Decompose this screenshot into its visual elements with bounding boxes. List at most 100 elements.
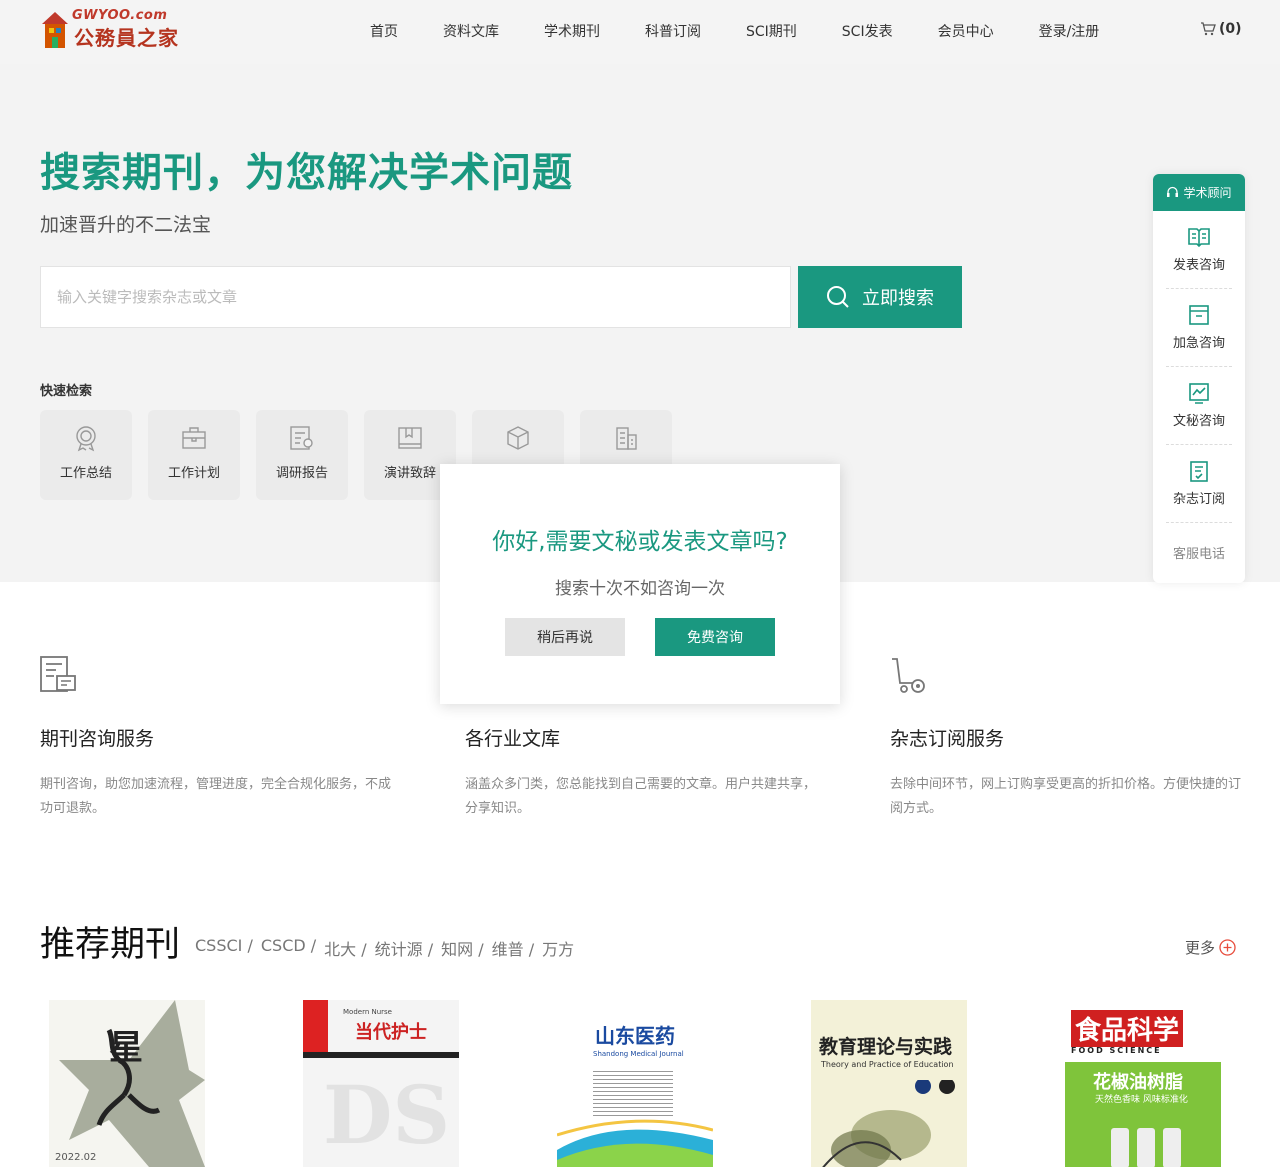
site-logo[interactable]: GWYOO.com 公務員之家: [40, 6, 180, 52]
tag-pku[interactable]: 北大 /: [324, 936, 366, 960]
side-item-urgent-consult[interactable]: 加急咨询: [1166, 289, 1232, 367]
document-icon: [40, 656, 76, 692]
consultant-header[interactable]: 学术顾问: [1153, 174, 1245, 211]
recommend-title: 推荐期刊: [40, 925, 181, 965]
service-title: 各行业文库: [465, 728, 561, 750]
cover-sub: FOOD SCIENCE: [1071, 1046, 1162, 1055]
nav-popular-science[interactable]: 科普订阅: [645, 22, 701, 42]
cover-education-theory[interactable]: 教育理论与实践 Theory and Practice of Education: [811, 1000, 967, 1167]
checklist-icon: [1190, 461, 1208, 482]
service-journal-consult: 期刊咨询服务 期刊咨询，助您加速流程，管理进度，完全合规化服务，不成功可退款。: [40, 656, 400, 821]
recommend-tags: CSSCI / CSCD / 北大 / 统计源 / 知网 / 维普 / 万方: [195, 936, 582, 960]
cover-bottle-2: [1137, 1128, 1155, 1167]
headset-icon: [1167, 186, 1179, 197]
chart-board-icon: [1189, 383, 1209, 404]
cover-headline: 花椒油树脂: [1093, 1072, 1183, 1093]
tag-cnki[interactable]: 知网 /: [441, 936, 483, 960]
cover-title: 当代护士: [355, 1022, 427, 1043]
cover-bottle-3: [1163, 1128, 1181, 1167]
cover-date: 2022.02: [55, 1152, 97, 1163]
hero-subtitle: 加速晋升的不二法宝: [40, 214, 212, 236]
cover-deco-letters: DS: [323, 1068, 451, 1162]
consultant-side-panel: 学术顾问 发表咨询 加急咨询 文秘咨询 杂志订阅 客服电话: [1153, 174, 1245, 583]
cart-count: (0): [1219, 21, 1242, 37]
cart-button[interactable]: (0): [1200, 21, 1242, 37]
building-icon: [616, 427, 637, 450]
consultant-header-label: 学术顾问: [1183, 186, 1232, 200]
side-item-label: 文秘咨询: [1172, 414, 1225, 429]
quick-item-work-plan[interactable]: 工作计划: [148, 410, 240, 500]
nav-sci-journals[interactable]: SCI期刊: [746, 22, 797, 42]
search-button[interactable]: 立即搜索: [798, 266, 962, 328]
report-icon: [290, 426, 313, 450]
cover-sub: Modern Nurse: [343, 1008, 392, 1016]
modal-subtitle: 搜索十次不如咨询一次: [555, 579, 725, 599]
search-button-label: 立即搜索: [862, 288, 934, 309]
hero-title: 搜索期刊，为您解决学术问题: [40, 150, 573, 196]
search-input[interactable]: [40, 266, 791, 328]
nav-library[interactable]: 资料文库: [443, 22, 499, 42]
tag-cssci[interactable]: CSSCI /: [195, 936, 253, 960]
nav-sci-publish[interactable]: SCI发表: [842, 22, 893, 42]
more-link[interactable]: 更多: [1185, 937, 1236, 958]
main-nav: 首页 资料文库 学术期刊 科普订阅 SCI期刊 SCI发表 会员中心 登录/注册: [370, 22, 1099, 42]
cover-black-bar: [303, 1052, 459, 1058]
site-header: GWYOO.com 公務員之家 首页 资料文库 学术期刊 科普订阅 SCI期刊 …: [0, 0, 1280, 64]
plus-circle-icon: [1219, 939, 1236, 956]
cover-text-lines: [593, 1068, 673, 1116]
cover-xing[interactable]: 星 2022.02: [49, 1000, 205, 1167]
ink-flower-icon: [822, 1080, 955, 1167]
cover-sub: Theory and Practice of Education: [821, 1060, 954, 1069]
logo-house-icon: [42, 12, 68, 48]
side-item-publish-consult[interactable]: 发表咨询: [1166, 211, 1232, 289]
quick-item-work-summary[interactable]: 工作总结: [40, 410, 132, 500]
service-desc: 去除中间环节，网上订购享受更高的折扣价格。方便快捷的订阅方式。: [890, 777, 1242, 816]
more-label: 更多: [1185, 939, 1216, 957]
nav-member-center[interactable]: 会员中心: [938, 22, 994, 42]
nav-home[interactable]: 首页: [370, 22, 398, 42]
modal-title: 你好,需要文秘或发表文章吗?: [492, 529, 788, 555]
later-button[interactable]: 稍后再说: [505, 618, 625, 656]
side-item-label: 发表咨询: [1172, 258, 1225, 273]
box-icon: [507, 426, 529, 450]
nav-journals[interactable]: 学术期刊: [544, 22, 600, 42]
award-icon: [76, 426, 96, 452]
tag-statistics[interactable]: 统计源 /: [375, 936, 433, 960]
cover-title: 星: [109, 1028, 143, 1068]
book-icon: [398, 427, 422, 449]
tag-cscd[interactable]: CSCD /: [261, 936, 316, 960]
side-item-magazine-subscribe[interactable]: 杂志订阅: [1166, 445, 1232, 523]
logo-domain: GWYOO.com: [72, 8, 168, 23]
consult-modal: 你好,需要文秘或发表文章吗? 搜索十次不如咨询一次 稍后再说 免费咨询: [440, 464, 840, 704]
service-desc: 期刊咨询，助您加速流程，管理进度，完全合规化服务，不成功可退款。: [40, 777, 392, 816]
quick-item-label: 工作计划: [167, 466, 220, 481]
cover-food-science[interactable]: 食品科学 FOOD SCIENCE 花椒油树脂 天然色香味 风味标准化: [1065, 1000, 1221, 1167]
briefcase-icon: [182, 427, 206, 449]
side-item-secretary-consult[interactable]: 文秘咨询: [1166, 367, 1232, 445]
service-magazine-subscribe: 杂志订阅服务 去除中间环节，网上订购享受更高的折扣价格。方便快捷的订阅方式。: [890, 656, 1250, 821]
quick-item-label: 工作总结: [59, 466, 112, 481]
nav-login-register[interactable]: 登录/注册: [1039, 22, 1100, 42]
side-item-label: 加急咨询: [1172, 336, 1225, 351]
side-item-label: 杂志订阅: [1172, 492, 1225, 507]
quick-item-research-report[interactable]: 调研报告: [256, 410, 348, 500]
cover-sub: Shandong Medical Journal: [593, 1050, 684, 1058]
cover-modern-nurse[interactable]: Modern Nurse 当代护士 DS: [303, 1000, 459, 1167]
tag-wanfang[interactable]: 万方: [542, 936, 574, 960]
cart-icon: [892, 658, 925, 693]
cart-icon: [1201, 22, 1216, 36]
cover-title: 山东医药: [595, 1024, 675, 1048]
wave-icon: [557, 1119, 713, 1167]
service-desc: 涵盖众多门类，您总能找到自己需要的文章。用户共建共享，分享知识。: [465, 777, 817, 816]
search-icon: [827, 286, 849, 308]
quick-item-label: 调研报告: [275, 466, 328, 481]
cover-title: 食品科学: [1071, 1010, 1184, 1047]
free-consult-button[interactable]: 免费咨询: [655, 618, 775, 656]
cover-title: 教育理论与实践: [819, 1036, 953, 1058]
tag-vip[interactable]: 维普 /: [492, 936, 534, 960]
service-title: 杂志订阅服务: [890, 728, 1005, 750]
cover-bottle-1: [1111, 1128, 1129, 1167]
cover-shandong-medical[interactable]: 山东医药 Shandong Medical Journal: [557, 1000, 713, 1167]
side-item-phone[interactable]: 客服电话: [1153, 523, 1245, 581]
journal-covers: 星 2022.02 Modern Nurse 当代护士 DS 山东医药 Shan…: [0, 1000, 1280, 1167]
